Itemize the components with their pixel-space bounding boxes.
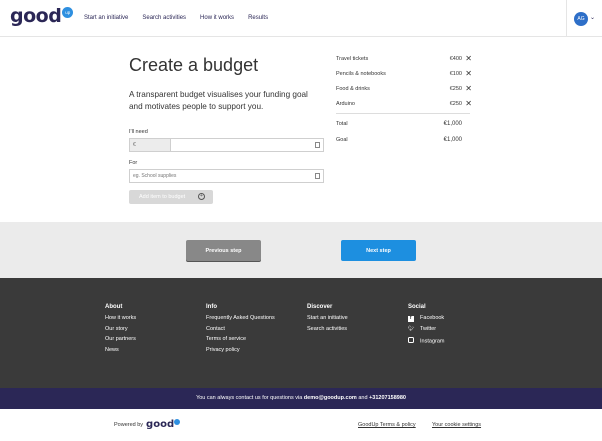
budget-list: Travel tickets €400 ✕ Pencils & notebook… (336, 52, 472, 112)
amount-input[interactable] (175, 139, 310, 151)
top-header: good up Start an initiative Search activ… (0, 0, 602, 37)
add-item-button[interactable]: Add item to budget + (129, 190, 213, 204)
trash-icon[interactable] (315, 173, 320, 179)
footer-heading: About (105, 304, 123, 310)
budget-item-name: Food & drinks (336, 86, 370, 92)
footer-about: About How it works Our story Our partner… (105, 304, 136, 358)
for-input[interactable] (133, 170, 308, 182)
budget-item: Food & drinks €250 ✕ (336, 82, 472, 97)
need-label: I'll need (129, 129, 148, 135)
budget-item: Travel tickets €400 ✕ (336, 52, 472, 67)
add-item-label: Add item to budget (139, 194, 186, 200)
budget-item-amount: €250 (449, 86, 462, 92)
footer-link[interactable]: Start an initiative (307, 315, 348, 322)
currency-prefix: € (130, 139, 171, 151)
next-step-button[interactable]: Next step (341, 240, 416, 261)
powered-by: Powered by good (114, 418, 181, 430)
goal-value: €1,000 (443, 137, 462, 143)
budget-item-name: Travel tickets (336, 56, 369, 62)
budget-item: Pencils & notebooks €100 ✕ (336, 67, 472, 82)
page-title: Create a budget (129, 55, 259, 75)
budget-item-name: Pencils & notebooks (336, 71, 386, 77)
nav-start-initiative[interactable]: Start an initiative (84, 15, 128, 21)
contact-email[interactable]: demo@goodup.com (304, 395, 357, 401)
twitter-link[interactable]: 🐦︎ Twitter (408, 325, 445, 333)
footer-link[interactable]: Search activities (307, 326, 348, 333)
facebook-link[interactable]: f Facebook (408, 315, 445, 322)
contact-phone[interactable]: +31207158980 (369, 395, 406, 401)
site-footer: About How it works Our story Our partner… (0, 278, 602, 388)
footer-link[interactable]: Terms of service (206, 336, 275, 343)
footer-link[interactable]: News (105, 347, 136, 354)
footer-link[interactable]: Frequently Asked Questions (206, 315, 275, 322)
nav-how-it-works[interactable]: How it works (200, 15, 234, 21)
amount-field[interactable]: € (129, 138, 324, 152)
chevron-down-icon[interactable]: ⌄ (590, 14, 595, 21)
instagram-link[interactable]: Instagram (408, 337, 445, 345)
budget-item-amount: €400 (449, 56, 462, 62)
goal-label: Goal (336, 137, 348, 143)
total-label: Total (336, 121, 348, 127)
instagram-label: Instagram (420, 338, 445, 345)
trash-icon[interactable] (315, 142, 320, 148)
footer-link[interactable]: How it works (105, 315, 136, 322)
twitter-icon: 🐦︎ (408, 325, 415, 332)
for-label: For (129, 160, 138, 166)
nav-search-activities[interactable]: Search activities (142, 15, 186, 21)
plus-circle-icon: + (198, 193, 205, 200)
footer-link[interactable]: Contact (206, 326, 275, 333)
powered-by-logo[interactable]: good (146, 419, 174, 430)
budget-item: Arduino €250 ✕ (336, 97, 472, 112)
footer-link[interactable]: Our partners (105, 336, 136, 343)
footer-info: Info Frequently Asked Questions Contact … (206, 304, 275, 358)
close-icon[interactable]: ✕ (465, 54, 472, 63)
budget-item-name: Arduino (336, 101, 355, 107)
bottom-bar: Powered by good GoodUp Terms & policy Yo… (0, 409, 602, 441)
user-menu[interactable]: AG ⌄ (566, 0, 602, 37)
logo-badge-dot (174, 418, 181, 425)
avatar[interactable]: AG (574, 12, 588, 26)
close-icon[interactable]: ✕ (465, 99, 472, 108)
footer-heading: Discover (307, 304, 333, 310)
logo-badge: up (62, 7, 74, 18)
twitter-label: Twitter (419, 325, 437, 332)
close-icon[interactable]: ✕ (465, 69, 472, 78)
cookie-settings-link[interactable]: Your cookie settings (432, 422, 481, 428)
instagram-icon (408, 337, 414, 343)
footer-heading: Social (408, 304, 426, 310)
close-icon[interactable]: ✕ (465, 84, 472, 93)
contact-prefix: You can always contact us for questions … (196, 395, 303, 401)
footer-link[interactable]: Privacy policy (206, 347, 275, 354)
for-field[interactable] (129, 169, 324, 183)
step-navigation (0, 222, 602, 278)
footer-discover: Discover Start an initiative Search acti… (307, 304, 348, 337)
footer-heading: Info (206, 304, 217, 310)
nav-results[interactable]: Results (248, 15, 268, 21)
terms-link[interactable]: GoodUp Terms & policy (358, 422, 416, 428)
powered-by-label: Powered by (114, 421, 144, 428)
contact-bar: You can always contact us for questions … (0, 388, 602, 409)
facebook-icon: f (408, 315, 414, 322)
contact-and: and (358, 395, 368, 401)
footer-link[interactable]: Our story (105, 326, 136, 333)
total-value: €1,000 (443, 121, 462, 127)
logo-text: good (10, 5, 62, 27)
previous-step-button[interactable]: Previous step (186, 240, 261, 261)
goodup-logo[interactable]: good up (10, 5, 74, 27)
facebook-label: Facebook (420, 315, 445, 321)
budget-divider (336, 113, 470, 114)
main-nav: Start an initiative Search activities Ho… (84, 15, 282, 21)
budget-item-amount: €250 (449, 101, 462, 107)
footer-social: Social f Facebook 🐦︎ Twitter Instagram (408, 304, 445, 350)
page-lead: A transparent budget visualises your fun… (129, 90, 308, 111)
budget-item-amount: €100 (449, 71, 462, 77)
